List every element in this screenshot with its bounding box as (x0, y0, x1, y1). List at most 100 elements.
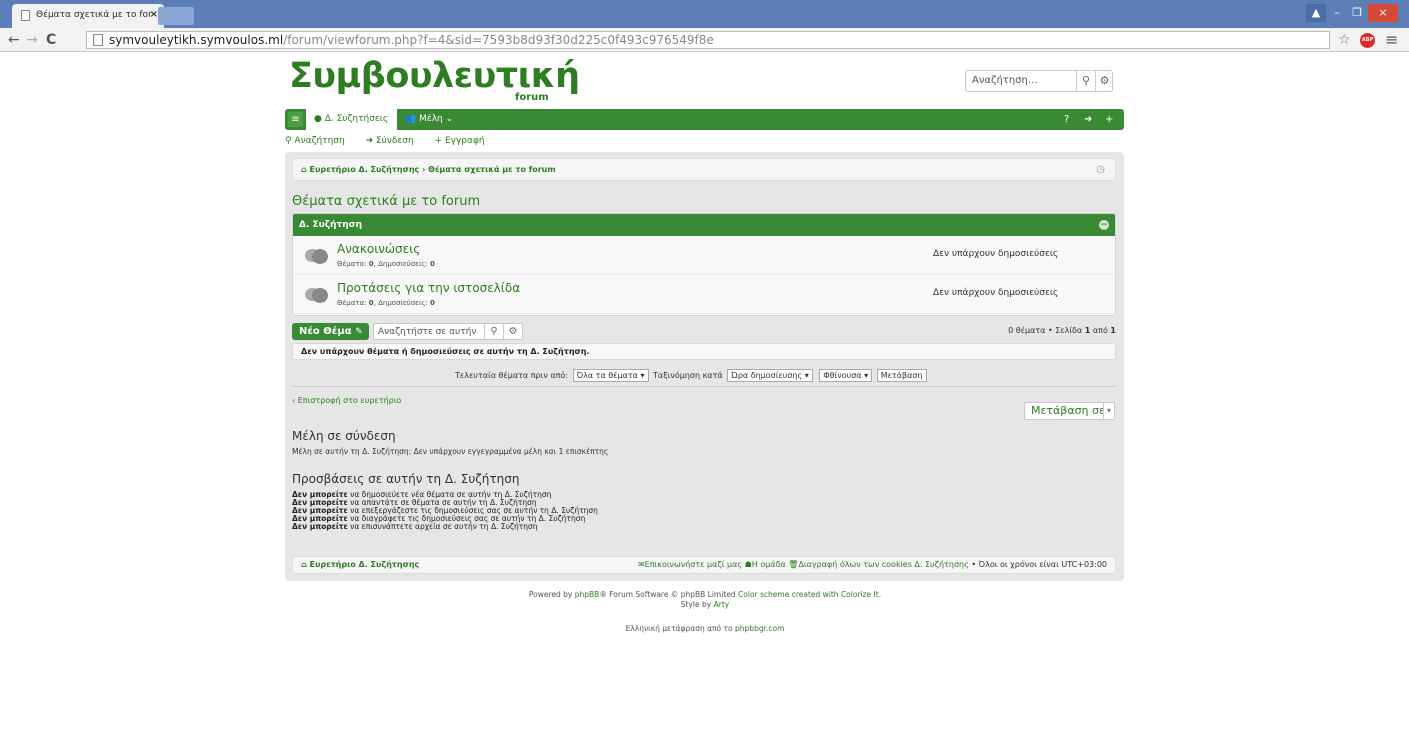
quick-link-login[interactable]: ➜ Σύνδεση (366, 136, 423, 146)
bookmark-star-icon[interactable]: ☆ (1338, 32, 1351, 48)
sort-direction-select[interactable]: Φθίνουσα ▾ (819, 369, 873, 382)
footer-home-label: Ευρετήριο Δ. Συζήτησης (309, 560, 420, 569)
sort-show-label: Τελευταία θέματα πριν από: (455, 371, 569, 380)
back-to-index-link[interactable]: ‹ Επιστροφή στο ευρετήριο (292, 396, 401, 405)
pagination-prefix: 0 θέματα • Σελίδα (1008, 326, 1083, 335)
breadcrumb-separator: › (422, 165, 426, 174)
new-tab-button[interactable] (158, 7, 194, 25)
new-topic-button[interactable]: Νέο Θέμα ✎ (292, 323, 369, 340)
page-title[interactable]: Θέματα σχετικά με το forum (292, 194, 480, 209)
forum-read-icon (305, 286, 329, 304)
style-author-link[interactable]: Arty (714, 600, 730, 609)
online-title: Μέλη σε σύνδεση (292, 429, 396, 443)
search-icon[interactable]: ⚲ (484, 324, 503, 339)
adblock-icon[interactable]: ABP (1360, 33, 1375, 48)
register-icon[interactable]: + (1105, 109, 1113, 130)
breadcrumb-current[interactable]: Θέματα σχετικά με το forum (428, 165, 556, 174)
forum-search-input[interactable]: Αναζητήστε σε αυτήν (378, 327, 476, 337)
reload-icon[interactable]: C (46, 32, 56, 48)
trash-icon: 🗑 (788, 560, 799, 569)
show-days-select[interactable]: Όλα τα θέματα ▾ (572, 369, 649, 382)
forum-stats: Θέματα: 0, Δημοσιεύσεις: 0 (337, 260, 435, 268)
posts-label: Δημοσιεύσεις: (378, 260, 428, 268)
jump-to-dropdown[interactable]: Μετάβαση σε ▾ (1024, 402, 1115, 420)
permission-cannot: Δεν μπορείτε (292, 522, 348, 531)
forum-list: Δ. Συζήτηση − Ανακοινώσεις Θέματα: 0, Δη… (292, 213, 1116, 316)
quick-link-register[interactable]: + Εγγραφή (435, 136, 494, 146)
forum-name-link[interactable]: Ανακοινώσεις (337, 242, 420, 256)
gear-icon[interactable]: ⚙ (1095, 71, 1113, 91)
forum-stats: Θέματα: 0, Δημοσιεύσεις: 0 (337, 299, 435, 307)
contact-label: Επικοινωνήστε μαζί μας (644, 560, 743, 569)
topics-count: 0 (368, 260, 374, 268)
site-logo[interactable]: Συμβουλευτική (289, 56, 580, 96)
search-input[interactable]: Αναζήτηση… (972, 75, 1076, 86)
powered-mid: ® Forum Software © phpBB Limited (599, 590, 736, 599)
url-input[interactable]: symvouleytikh.symvoulos.ml/forum/viewfor… (86, 31, 1330, 49)
url-host: symvouleytikh.symvoulos.ml (109, 33, 284, 47)
total-pages: 1 (1110, 326, 1116, 335)
sort-key-value: Ώρα δημοσίευσης (731, 371, 803, 380)
sort-key-select[interactable]: Ώρα δημοσίευσης ▾ (727, 369, 813, 382)
style-by-label: Style by (680, 600, 712, 609)
gear-icon[interactable]: ⚙ (503, 324, 522, 339)
timezone-text: • Όλοι οι χρόνοι είναι UTC+03:00 (971, 560, 1107, 569)
user-icon[interactable]: ▲ (1306, 4, 1326, 22)
new-topic-label: Νέο Θέμα (299, 326, 352, 337)
close-window-icon[interactable]: × (1368, 4, 1398, 22)
forum-name-link[interactable]: Προτάσεις για την ιστοσελίδα (337, 281, 520, 295)
back-icon[interactable]: ← (8, 32, 20, 48)
colorize-link[interactable]: Color scheme created with Colorize It. (738, 590, 881, 599)
divider (292, 386, 1116, 387)
permission-text: να επισυνάπτετε αρχεία σε αυτήν τη Δ. Συ… (350, 522, 538, 531)
forum-read-icon (305, 247, 329, 265)
no-topics-notice: Δεν υπάρχουν θέματα ή δημοσιεύσεις σε αυ… (292, 343, 1116, 360)
posts-label: Δημοσιεύσεις: (378, 299, 428, 307)
contact-link[interactable]: ✉Επικοινωνήστε μαζί μας (638, 560, 742, 569)
forum-search: Αναζητήστε σε αυτήν ⚲ ⚙ (373, 323, 523, 340)
team-link[interactable]: ☗Η ομάδα (745, 560, 786, 569)
delete-cookies-link[interactable]: 🗑Διαγραφή όλων των cookies Δ. Συζήτησης (788, 560, 969, 569)
url-path: /forum/viewforum.php?f=4&sid=7593b8d93f3… (283, 33, 714, 47)
posts-count: 0 (430, 299, 435, 307)
quick-link-search[interactable]: ⚲ Αναζήτηση (285, 136, 354, 146)
clock-icon: ◷ (1096, 164, 1105, 175)
sort-go-button[interactable]: Μετάβαση (876, 369, 927, 382)
home-icon: ⌂ (301, 560, 307, 569)
translation-link[interactable]: phpbbgr.com (735, 624, 784, 633)
pagination-of: από (1092, 326, 1108, 335)
team-label: Η ομάδα (751, 560, 786, 569)
phpbb-link[interactable]: phpBB (575, 590, 600, 599)
main-panel: ⌂ Ευρετήριο Δ. Συζήτησης › Θέματα σχετικ… (285, 152, 1124, 581)
login-icon[interactable]: ➜ (1084, 109, 1092, 130)
nav-members-dropdown[interactable]: 👥 Μέλη ⌄ (405, 109, 453, 130)
close-tab-icon[interactable]: × (150, 9, 158, 20)
jump-to-label: Μετάβαση σε (1031, 404, 1105, 417)
nav-tab-discussions[interactable]: ● Δ. Συζητήσεις (306, 109, 397, 130)
help-icon[interactable]: ? (1064, 109, 1069, 130)
collapse-icon[interactable]: − (1099, 220, 1109, 230)
tab-title: Θέματα σχετικά με το for (36, 10, 152, 20)
footer-home-link[interactable]: ⌂ Ευρετήριο Δ. Συζήτησης (301, 557, 419, 573)
permissions-title: Προσβάσεις σε αυτήν τη Δ. Συζήτηση (292, 472, 520, 486)
hamburger-menu-icon[interactable]: ≡ (288, 112, 303, 127)
nav-members-label: Μέλη (419, 114, 443, 124)
browser-menu-icon[interactable]: ≡ (1385, 30, 1398, 49)
forward-icon[interactable]: → (26, 32, 38, 48)
pagination: 0 θέματα • Σελίδα 1 από 1 (1008, 326, 1116, 335)
browser-tab[interactable]: Θέματα σχετικά με το for × (12, 4, 164, 28)
address-bar-area: ← → C symvouleytikh.symvoulos.ml/forum/v… (0, 28, 1409, 52)
browser-tabstrip: Θέματα σχετικά με το for × ▲ – ❐ × (0, 0, 1409, 28)
minimize-icon[interactable]: – (1328, 4, 1346, 22)
current-page: 1 (1084, 326, 1091, 335)
main-navbar: ≡ ● Δ. Συζητήσεις 👥 Μέλη ⌄ ? ➜ + (285, 109, 1124, 130)
page-icon (93, 34, 103, 46)
forum-list-title: Δ. Συζήτηση (299, 220, 363, 230)
breadcrumb-home[interactable]: Ευρετήριο Δ. Συζήτησης (310, 165, 420, 174)
search-icon[interactable]: ⚲ (1076, 71, 1095, 91)
translation-text: Ελληνική μετάφραση από το (625, 624, 733, 633)
restore-icon[interactable]: ❐ (1348, 4, 1366, 22)
quick-link-search-label: Αναζήτηση (294, 136, 345, 146)
permissions-list: Δεν μπορείτε να δημοσιεύετε νέα θέματα σ… (292, 491, 598, 531)
sort-by-label: Ταξινόμηση κατά (653, 371, 723, 380)
